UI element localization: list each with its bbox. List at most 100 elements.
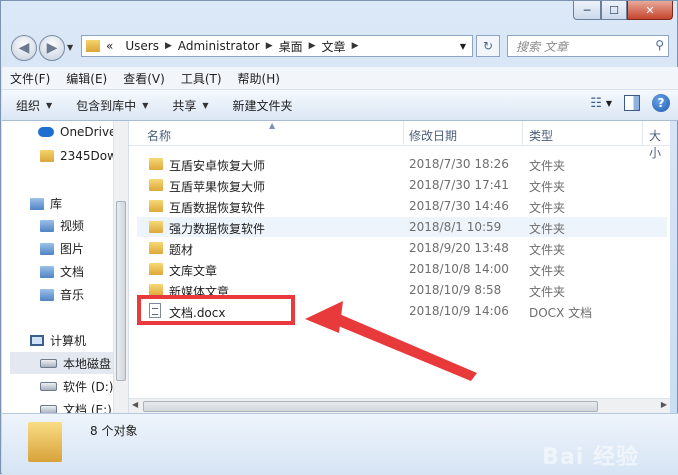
- address-bar[interactable]: « Users ▶ Administrator ▶ 桌面 ▶ 文章 ▶ ▼: [81, 35, 473, 57]
- drive-icon: [40, 382, 57, 391]
- back-arrow-icon: ◀: [18, 40, 30, 56]
- recent-pages-chevron-icon[interactable]: ▼: [67, 43, 73, 52]
- nav-scrollbar[interactable]: [113, 121, 128, 413]
- menu-edit[interactable]: 编辑(E): [58, 70, 115, 87]
- baidu-watermark: Bai 经验: [542, 445, 639, 470]
- column-header-date[interactable]: 修改日期: [409, 127, 457, 144]
- include-library-label: 包含到库中: [76, 98, 137, 113]
- search-icon[interactable]: ⚲: [655, 38, 664, 52]
- include-library-button[interactable]: 包含到库中 ▼: [62, 97, 158, 114]
- file-date: 2018/10/9 14:06: [409, 304, 509, 318]
- menu-file[interactable]: 文件(F): [2, 70, 58, 87]
- sort-ascending-icon: ▲: [269, 121, 276, 130]
- search-input[interactable]: 搜索 文章 ⚲: [507, 35, 669, 57]
- nav-label: OneDrive: [60, 125, 117, 139]
- breadcrumb-separator-icon[interactable]: ▶: [266, 41, 273, 51]
- column-header-name[interactable]: 名称: [147, 127, 171, 144]
- folder-icon: [28, 422, 62, 462]
- address-dropdown-icon[interactable]: ▼: [460, 42, 466, 51]
- menu-bar: 文件(F) 编辑(E) 查看(V) 工具(T) 帮助(H): [2, 67, 678, 90]
- library-icon: [30, 197, 44, 210]
- picture-library-icon: [40, 242, 54, 255]
- back-button[interactable]: ◀: [11, 35, 37, 61]
- maximize-button[interactable]: ☐: [601, 1, 627, 20]
- new-folder-label: 新建文件夹: [232, 98, 293, 113]
- nav-item-drive-e[interactable]: 文档 (E:): [40, 401, 112, 413]
- menu-view[interactable]: 查看(V): [115, 70, 173, 87]
- menu-help[interactable]: 帮助(H): [230, 70, 288, 87]
- file-row[interactable]: 文库文章 2018/10/8 14:00 文件夹: [137, 259, 667, 279]
- nav-label: 2345Dow: [60, 149, 117, 163]
- breadcrumb-administrator[interactable]: Administrator: [172, 39, 266, 53]
- annotation-highlight-box: [137, 295, 295, 325]
- close-button[interactable]: ✕: [627, 1, 673, 20]
- file-row[interactable]: 互盾苹果恢复大师 2018/7/30 17:41 文件夹: [137, 175, 667, 195]
- nav-item-2345downloads[interactable]: 2345Dow: [40, 149, 117, 163]
- column-divider[interactable]: [522, 121, 523, 145]
- cloud-icon: [38, 127, 54, 137]
- file-type: 文件夹: [529, 180, 566, 194]
- address-overflow[interactable]: «: [100, 39, 119, 53]
- folder-icon: [149, 179, 163, 191]
- file-row[interactable]: 强力数据恢复软件 2018/8/1 10:59 文件夹: [137, 217, 667, 237]
- file-row[interactable]: 互盾数据恢复软件 2018/7/30 14:46 文件夹: [137, 196, 667, 216]
- nav-item-computer[interactable]: 计算机: [30, 332, 86, 349]
- file-date: 2018/10/8 14:00: [409, 262, 509, 276]
- new-folder-button[interactable]: 新建文件夹: [219, 97, 303, 114]
- file-row[interactable]: 互盾安卓恢复大师 2018/7/30 18:26 文件夹: [137, 154, 667, 174]
- nav-scrollbar-thumb[interactable]: [116, 201, 126, 381]
- document-library-icon: [40, 265, 54, 278]
- navigation-pane: OneDrive 2345Dow 库 视频 图片 文档 音乐 计算机 本地磁盘 …: [2, 121, 129, 413]
- folder-icon: [86, 40, 100, 52]
- nav-item-music[interactable]: 音乐: [40, 286, 84, 303]
- help-button[interactable]: ?: [652, 94, 670, 112]
- nav-item-local-disk[interactable]: 本地磁盘: [10, 352, 114, 374]
- horizontal-scrollbar-thumb[interactable]: [143, 401, 598, 412]
- menu-tools[interactable]: 工具(T): [173, 70, 230, 87]
- breadcrumb-articles[interactable]: 文章: [316, 38, 352, 55]
- file-type: 文件夹: [529, 243, 566, 257]
- column-header-type[interactable]: 类型: [529, 127, 553, 144]
- file-name: 题材: [169, 243, 194, 257]
- file-type: 文件夹: [529, 285, 566, 299]
- file-list: 名称 ▲ 修改日期 类型 大小 互盾安卓恢复大师 2018/7/30 18:26…: [129, 121, 670, 398]
- minimize-button[interactable]: ─: [573, 1, 601, 20]
- refresh-button[interactable]: ↻: [476, 35, 500, 57]
- column-divider[interactable]: [403, 121, 404, 145]
- nav-label: 软件 (D:): [63, 380, 114, 394]
- file-name: 互盾苹果恢复大师: [169, 180, 266, 194]
- breadcrumb-users[interactable]: Users: [119, 39, 165, 53]
- forward-button[interactable]: ▶: [39, 35, 65, 61]
- folder-icon: [149, 242, 163, 254]
- breadcrumb-separator-icon[interactable]: ▶: [165, 41, 172, 51]
- help-icon: ?: [657, 96, 665, 110]
- share-button[interactable]: 共享 ▼: [158, 97, 218, 114]
- view-options-icon[interactable]: ☷: [590, 96, 602, 111]
- nav-item-videos[interactable]: 视频: [40, 217, 84, 234]
- scroll-right-icon[interactable]: ▶: [661, 400, 667, 409]
- refresh-icon: ↻: [482, 39, 494, 53]
- breadcrumb-desktop[interactable]: 桌面: [273, 38, 309, 55]
- organize-button[interactable]: 组织 ▼: [2, 97, 62, 114]
- preview-pane-icon[interactable]: [624, 95, 640, 111]
- nav-label: 文档 (E:): [63, 403, 112, 413]
- file-name: 强力数据恢复软件: [169, 222, 266, 236]
- column-divider[interactable]: [642, 121, 643, 145]
- nav-item-libraries[interactable]: 库: [30, 195, 62, 212]
- video-library-icon: [40, 219, 54, 232]
- file-row[interactable]: 题材 2018/9/20 13:48 文件夹: [137, 238, 667, 258]
- nav-label: 音乐: [60, 288, 85, 302]
- horizontal-scrollbar[interactable]: ◀ ▶: [129, 398, 670, 414]
- breadcrumb-separator-icon[interactable]: ▶: [309, 41, 316, 51]
- search-placeholder: 搜索 文章: [516, 39, 568, 54]
- nav-item-onedrive[interactable]: OneDrive: [38, 125, 116, 139]
- nav-item-documents[interactable]: 文档: [40, 263, 84, 280]
- scroll-left-icon[interactable]: ◀: [132, 400, 138, 409]
- view-dropdown-icon[interactable]: ▼: [606, 99, 612, 108]
- folder-icon: [40, 150, 54, 162]
- nav-item-pictures[interactable]: 图片: [40, 240, 84, 257]
- nav-item-drive-d[interactable]: 软件 (D:): [40, 378, 113, 395]
- chevron-down-icon: ▼: [46, 100, 53, 110]
- breadcrumb-separator-icon[interactable]: ▶: [352, 41, 359, 51]
- file-type: 文件夹: [529, 222, 566, 236]
